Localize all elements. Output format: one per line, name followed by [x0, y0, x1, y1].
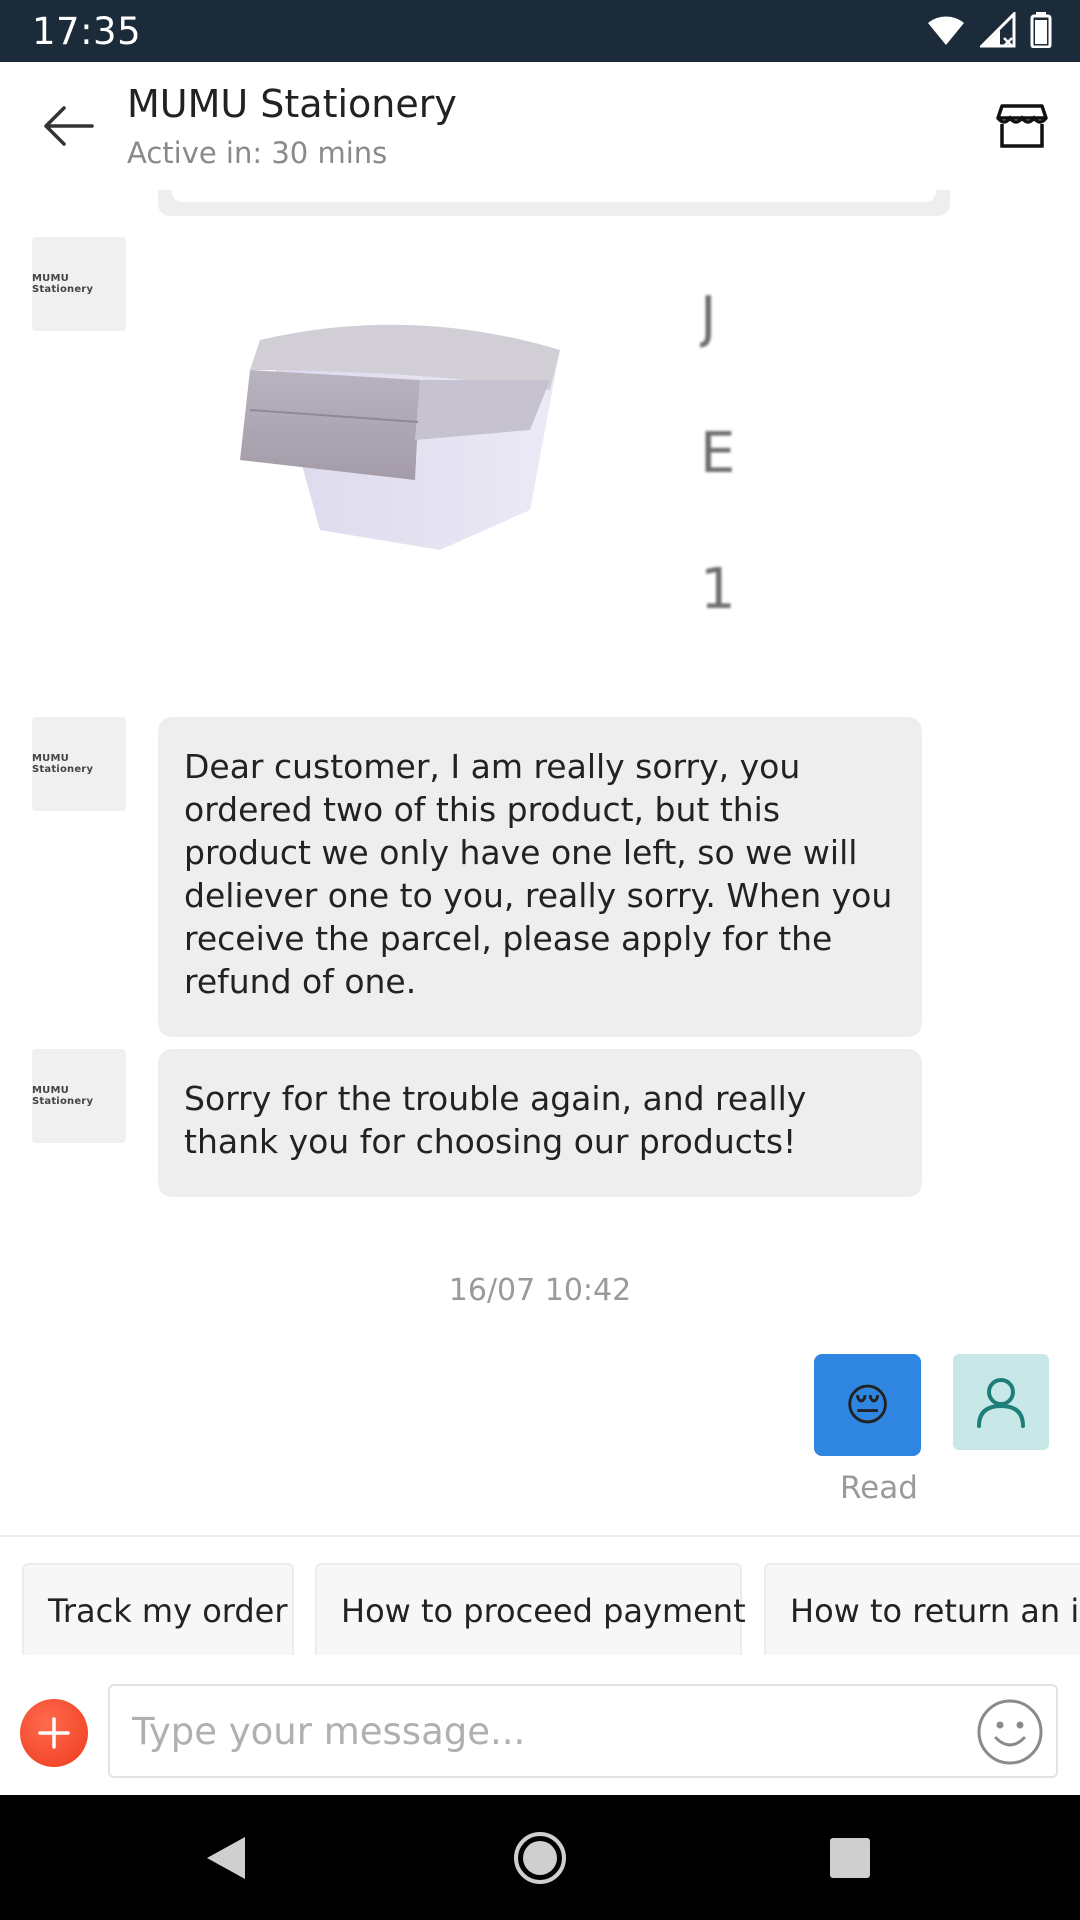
nav-recents-button[interactable] — [815, 1823, 885, 1893]
system-nav-bar — [0, 1795, 1080, 1920]
status-bar: 17:35 — [0, 0, 1080, 62]
nav-back-button[interactable] — [190, 1823, 260, 1893]
user-icon — [977, 1378, 1025, 1428]
plus-icon — [38, 1717, 70, 1749]
product-text-fragment: J E 1 — [700, 285, 736, 610]
active-status: Active in: 30 mins — [127, 136, 388, 170]
nav-home-button[interactable] — [505, 1823, 575, 1893]
shop-avatar[interactable]: MUMU Stationery — [32, 237, 126, 331]
previous-card-inner — [172, 190, 936, 202]
status-time: 17:35 — [32, 10, 142, 53]
message-input-box[interactable] — [108, 1684, 1058, 1778]
sent-emoji-message[interactable]: 😔 — [814, 1354, 921, 1456]
nav-recents-icon — [830, 1838, 870, 1878]
chat-header: MUMU Stationery Active in: 30 mins — [0, 62, 1080, 190]
emoji-icon[interactable] — [976, 1698, 1044, 1766]
message-bubble[interactable]: Sorry for the trouble again, and really … — [158, 1049, 922, 1197]
shop-name[interactable]: MUMU Stationery — [127, 82, 457, 126]
wifi-icon — [928, 16, 964, 45]
my-avatar[interactable] — [953, 1354, 1049, 1450]
shop-avatar[interactable]: MUMU Stationery — [32, 717, 126, 811]
signal-icon — [980, 12, 1016, 48]
shop-avatar-label: MUMU Stationery — [32, 1085, 94, 1107]
quick-reply-track-order[interactable]: Track my order — [22, 1563, 294, 1655]
message-timestamp: 16/07 10:42 — [448, 1273, 632, 1308]
message-input[interactable] — [132, 1700, 952, 1762]
read-receipt: Read — [840, 1470, 918, 1506]
back-arrow-icon[interactable] — [40, 102, 96, 150]
battery-icon — [1030, 12, 1052, 48]
nav-home-icon — [514, 1832, 566, 1884]
quick-reply-payment[interactable]: How to proceed payment — [315, 1563, 746, 1655]
chat-area[interactable]: MUMU Stationery J E 1 MUMU Stationery De… — [0, 190, 1080, 1535]
quick-replies: Track my order How to proceed payment Ho… — [0, 1535, 1080, 1655]
add-attachment-button[interactable] — [20, 1699, 88, 1767]
message-bubble[interactable]: Dear customer, I am really sorry, you or… — [158, 717, 922, 1037]
status-icons — [926, 12, 1052, 48]
shop-avatar[interactable]: MUMU Stationery — [32, 1049, 126, 1143]
shop-avatar-label: MUMU Stationery — [32, 753, 94, 775]
quick-reply-return[interactable]: How to return an ite — [764, 1563, 1080, 1655]
nav-back-icon — [207, 1837, 245, 1879]
shop-icon[interactable] — [996, 100, 1048, 152]
input-bar — [0, 1655, 1080, 1795]
sent-emoji: 😔 — [844, 1379, 891, 1431]
product-image[interactable] — [230, 310, 620, 590]
shop-avatar-label: MUMU Stationery — [32, 273, 94, 295]
